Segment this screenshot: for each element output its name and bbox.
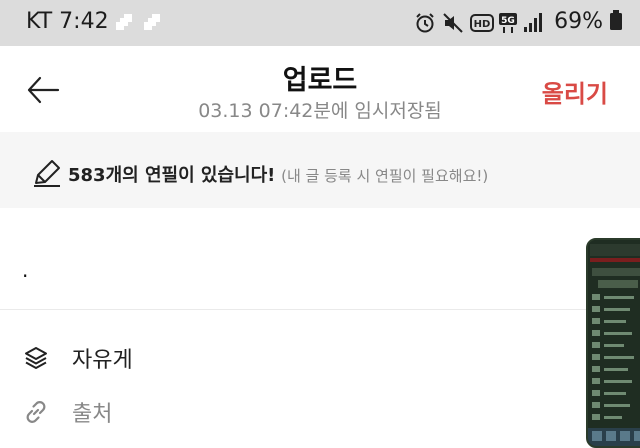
- source-label: 출처: [72, 402, 113, 427]
- source-selector[interactable]: 출처: [22, 392, 322, 432]
- hd-icon: HD: [470, 14, 494, 32]
- editor-content[interactable]: .: [22, 258, 28, 282]
- svg-text:5G: 5G: [501, 16, 515, 26]
- attached-image-thumbnail[interactable]: [586, 238, 640, 448]
- pencil-note: (내 글 등록 시 연필이 필요해요!): [281, 167, 489, 185]
- status-left: KT 7:42: [26, 9, 109, 34]
- board-selector[interactable]: 자유게: [22, 338, 322, 378]
- pencil-info-bar: 583개의 연필이 있습니다! (내 글 등록 시 연필이 필요해요!): [0, 132, 640, 208]
- divider: [0, 309, 640, 310]
- alarm-icon: [416, 13, 434, 33]
- link-icon: [26, 401, 46, 423]
- pencil-count: 583개의 연필이 있습니다!: [68, 165, 276, 186]
- pencil-count-text: 583개의 연필이 있습니다! (내 글 등록 시 연필이 필요해요!): [68, 161, 488, 187]
- notification-icon: [144, 14, 160, 30]
- signal-icon: [524, 13, 542, 32]
- header: 업로드 03.13 07:42분에 임시저장됨 올리기: [0, 46, 640, 132]
- thumbnail-image: [588, 240, 640, 446]
- clock: 7:42: [59, 9, 109, 34]
- pencil-icon: [34, 160, 60, 187]
- 5g-icon: 5G: [499, 13, 517, 33]
- battery-percent: 69%: [554, 9, 603, 34]
- status-right: 69%: [554, 9, 622, 34]
- upload-button[interactable]: 올리기: [542, 74, 608, 109]
- mute-icon: [443, 13, 463, 33]
- svg-text:HD: HD: [474, 19, 491, 30]
- status-bar: KT 7:42 HD 5G 69%: [0, 0, 640, 46]
- battery-icon: [610, 10, 622, 30]
- notification-icon: [116, 14, 132, 30]
- layers-icon: [25, 347, 47, 369]
- carrier-label: KT: [26, 9, 53, 34]
- board-label: 자유게: [72, 348, 133, 373]
